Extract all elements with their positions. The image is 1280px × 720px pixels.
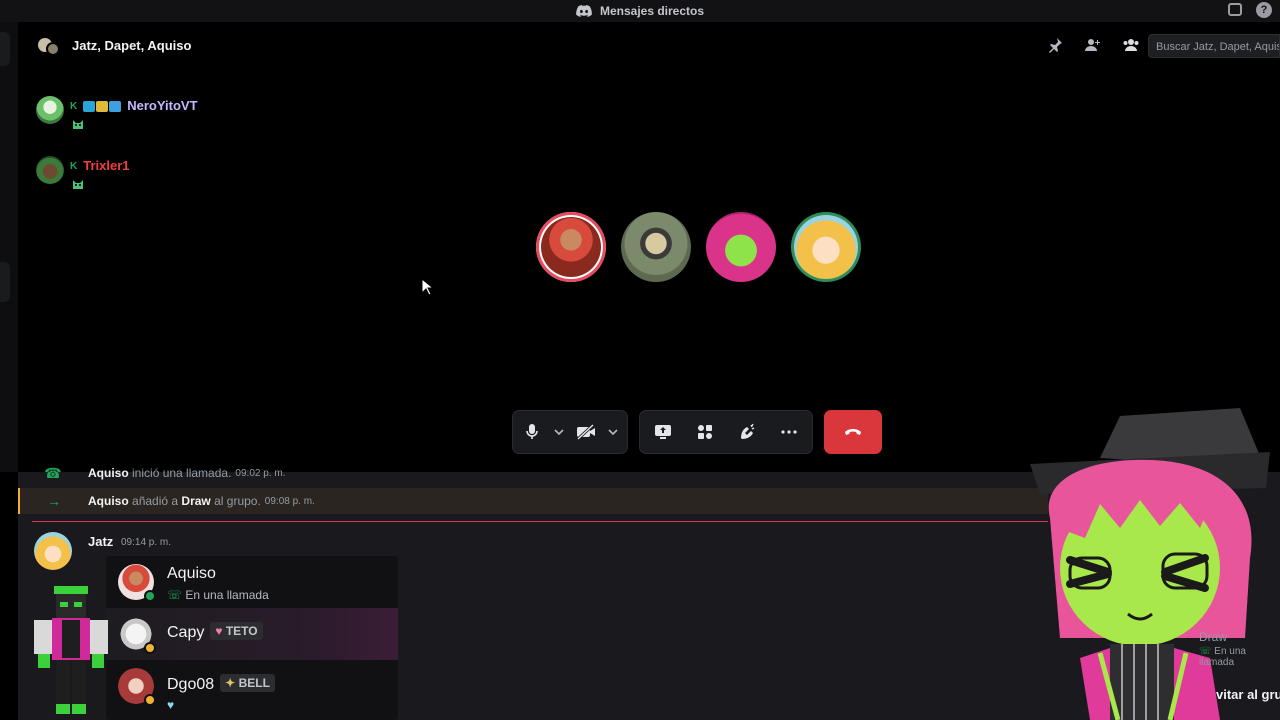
system-actor[interactable]: Aquiso [88, 466, 129, 480]
cat-icon [73, 120, 83, 129]
avatar [36, 96, 64, 124]
overlay-username: Draw [1199, 630, 1228, 644]
microphone-button[interactable] [521, 421, 543, 443]
prefix-badge: K [70, 101, 78, 112]
heart-icon: ♥ [215, 624, 223, 638]
avatar[interactable] [34, 532, 72, 570]
add-friend-icon[interactable] [1084, 36, 1102, 54]
inbox-icon[interactable] [1228, 3, 1242, 16]
tag-text: TETO [225, 624, 258, 638]
search-input[interactable]: Buscar Jatz, Dapet, Aquiso [1148, 34, 1280, 58]
message-timestamp: 09:14 p. m. [121, 537, 172, 548]
phone-icon: ☏ [167, 588, 183, 602]
voice-call-panel: Jatz, Dapet, Aquiso Buscar Jatz, Dapet, … [18, 22, 1280, 472]
member-name: Dgo08 ✦ BELL [167, 674, 275, 694]
member-row[interactable]: Capy ♥ TETO [106, 608, 398, 660]
camera-off-button[interactable] [575, 421, 597, 443]
badges [83, 101, 122, 112]
idle-status-icon [144, 642, 156, 654]
chevron-down-icon[interactable] [553, 421, 565, 443]
phone-icon: ☏ [1199, 646, 1212, 657]
pin-icon[interactable] [1046, 36, 1064, 54]
chevron-down-icon[interactable] [607, 421, 619, 443]
title-center: Mensajes directos [576, 4, 704, 18]
screen-share-icon[interactable] [652, 421, 674, 443]
system-text: añadió a [132, 494, 179, 508]
message-author[interactable]: Jatz [88, 534, 113, 549]
sidebar-item[interactable] [0, 262, 10, 302]
cat-icon [73, 180, 83, 189]
voice-user[interactable]: K NeroYitoVT [36, 96, 198, 129]
sidebar-item[interactable] [0, 32, 10, 66]
minecraft-skin-image [34, 586, 108, 714]
system-text: al grupo. [214, 494, 261, 508]
header-title[interactable]: Jatz, Dapet, Aquiso [72, 38, 191, 53]
member-status: ☏ En una llamada [167, 588, 269, 602]
member-name: Aquiso [167, 565, 216, 582]
window-title: Mensajes directos [599, 4, 705, 18]
member-row[interactable]: Dgo08 ✦ BELL ♥ [106, 660, 398, 720]
username: Trixler1 [83, 158, 130, 173]
phone-icon: ☎ [44, 464, 62, 481]
soundboard-icon[interactable] [736, 421, 758, 443]
guild-tag: ♥ TETO [210, 622, 263, 640]
participant-jatz[interactable] [791, 212, 861, 282]
guild-tag: ✦ BELL [220, 674, 275, 692]
avatar [541, 217, 601, 277]
timestamp: 09:08 p. m. [264, 495, 315, 507]
group-dm-icon [38, 36, 60, 56]
members-icon[interactable] [1122, 36, 1140, 54]
prefix-badge: K [70, 161, 78, 172]
help-icon[interactable]: ? [1256, 2, 1272, 18]
badge-icon [109, 101, 122, 112]
member-name: Capy ♥ TETO [167, 622, 263, 642]
system-target[interactable]: Draw [181, 494, 210, 508]
member-row[interactable]: Aquiso ☏ En una llamada [106, 556, 398, 608]
member-name-text: Dgo08 [167, 676, 215, 693]
sidebar-edge [0, 22, 18, 472]
system-message: ☎ Aquiso inició una llamada. 09:02 p. m. [18, 462, 1048, 484]
activities-group [639, 410, 813, 454]
hang-up-icon [845, 429, 861, 435]
tag-text: BELL [238, 676, 270, 690]
participant-aquiso[interactable] [536, 212, 606, 282]
participant-tiles [536, 212, 861, 282]
online-status-icon [144, 590, 156, 602]
idle-status-icon [144, 694, 156, 706]
activities-icon[interactable] [694, 421, 716, 443]
avatar [794, 215, 858, 279]
character-overlay-image [1030, 408, 1270, 720]
title-bar: Mensajes directos ? [0, 0, 1280, 22]
audio-video-group [512, 410, 628, 454]
system-actor[interactable]: Aquiso [88, 494, 129, 508]
arrow-right-icon: → [47, 493, 61, 509]
username: NeroYitoVT [127, 98, 198, 113]
disconnect-button[interactable] [824, 410, 882, 454]
invite-to-group-button[interactable]: vitar al gru [1216, 687, 1280, 702]
members-embed: Aquiso ☏ En una llamada Capy ♥ TETO Dgo08… [106, 556, 398, 720]
timestamp: 09:02 p. m. [235, 467, 286, 479]
voice-user[interactable]: K Trixler1 [36, 156, 130, 189]
call-controls [512, 410, 882, 454]
system-text: inició una llamada. [132, 466, 232, 480]
crown-icon [96, 101, 109, 112]
heart-icon: ♥ [167, 698, 175, 712]
avatar [36, 156, 64, 184]
sparkle-icon: ✦ [225, 676, 236, 690]
more-options-icon[interactable] [778, 421, 800, 443]
discord-icon [576, 5, 592, 17]
call-header: Jatz, Dapet, Aquiso Buscar Jatz, Dapet, … [18, 22, 1280, 70]
member-status-text: En una llamada [185, 588, 269, 602]
overlay-status: ☏ En una llamada [1199, 646, 1280, 668]
mouse-cursor [421, 278, 433, 296]
participant-draw[interactable] [706, 212, 776, 282]
new-messages-divider [32, 521, 1048, 522]
member-name-text: Capy [167, 624, 205, 641]
badge-icon [83, 101, 96, 112]
system-message: → Aquiso añadió a Draw al grupo. 09:08 p… [18, 488, 1048, 514]
participant-dapet[interactable] [621, 212, 691, 282]
